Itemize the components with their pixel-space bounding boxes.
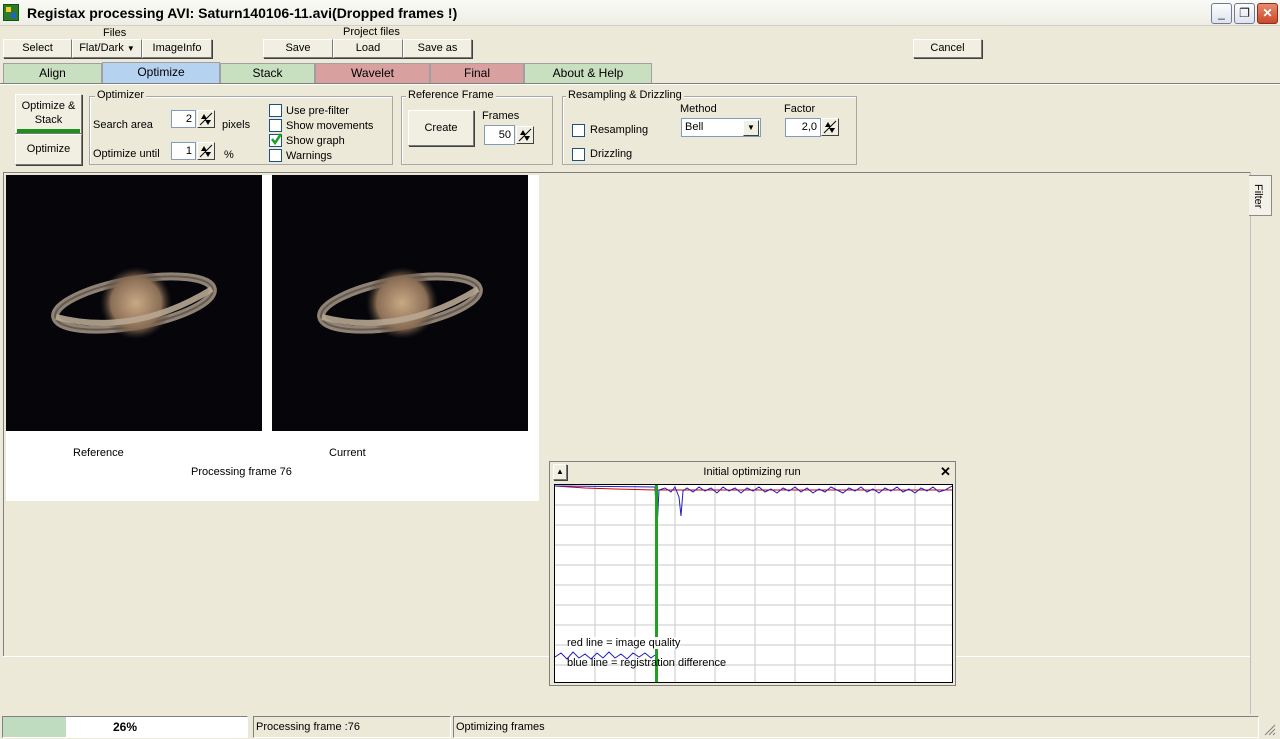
project-files-label: Project files bbox=[343, 26, 400, 38]
warnings-label: Warnings bbox=[286, 150, 333, 162]
spin-arrows-icon bbox=[518, 128, 532, 142]
progress-bar: 26% bbox=[2, 716, 248, 738]
save-button[interactable]: Save bbox=[263, 39, 333, 58]
graph-legend-blue: blue line = registration difference bbox=[567, 657, 727, 669]
tab-about-help[interactable]: About & Help bbox=[524, 63, 652, 83]
graph-plot-area: red line = image quality blue line = reg… bbox=[554, 484, 953, 683]
warnings-checkbox[interactable] bbox=[269, 149, 282, 162]
cancel-button[interactable]: Cancel bbox=[913, 39, 982, 58]
tab-divider bbox=[0, 83, 1280, 85]
reference-frame-title: Reference Frame bbox=[406, 89, 496, 101]
search-area-unit: pixels bbox=[222, 119, 251, 131]
image-info-button[interactable]: ImageInfo bbox=[142, 39, 212, 58]
drizzling-label: Drizzling bbox=[590, 148, 633, 160]
close-button[interactable]: ✕ bbox=[1257, 3, 1278, 24]
tab-wavelet[interactable]: Wavelet bbox=[315, 63, 430, 83]
factor-label: Factor bbox=[784, 103, 816, 115]
optimize-until-unit: % bbox=[224, 149, 234, 161]
files-label: Files bbox=[103, 27, 127, 39]
tab-stack[interactable]: Stack bbox=[220, 63, 315, 83]
resize-grip-icon[interactable] bbox=[1262, 722, 1276, 736]
load-button[interactable]: Load bbox=[333, 39, 403, 58]
show-movements-checkbox[interactable] bbox=[269, 119, 282, 132]
select-button[interactable]: Select bbox=[3, 39, 72, 58]
processing-frame-label: Processing frame 76 bbox=[191, 466, 292, 478]
tab-optimize[interactable]: Optimize bbox=[102, 62, 220, 84]
show-graph-checkbox[interactable] bbox=[269, 133, 283, 147]
minimize-button[interactable]: _ bbox=[1211, 3, 1232, 24]
create-reference-button[interactable]: Create bbox=[408, 110, 474, 146]
show-movements-label: Show movements bbox=[286, 120, 374, 132]
registax-app-icon[interactable] bbox=[3, 4, 19, 21]
use-prefilter-label: Use pre-filter bbox=[286, 105, 349, 117]
spin-arrows-icon bbox=[199, 144, 213, 158]
saturn-current-image bbox=[317, 267, 483, 339]
saturn-reference-image bbox=[51, 267, 217, 339]
flat-dark-button[interactable]: Flat/Dark ▼ bbox=[72, 39, 142, 58]
frames-input[interactable]: 50 bbox=[484, 125, 515, 145]
optimizer-group-title: Optimizer bbox=[95, 89, 147, 101]
checkmark-icon bbox=[271, 133, 283, 146]
save-as-button[interactable]: Save as bbox=[403, 39, 472, 58]
quality-graph bbox=[554, 485, 953, 682]
resampling-group-title: Resampling & Drizzling bbox=[566, 89, 684, 101]
method-label: Method bbox=[680, 103, 717, 115]
factor-input[interactable]: 2,0 bbox=[785, 118, 821, 137]
drizzling-checkbox[interactable] bbox=[572, 148, 585, 161]
show-graph-label: Show graph bbox=[286, 135, 345, 147]
reference-label: Reference bbox=[73, 447, 124, 459]
caret-down-icon: ▼ bbox=[126, 44, 135, 53]
graph-title: Initial optimizing run bbox=[703, 466, 801, 478]
frames-spinner[interactable] bbox=[516, 126, 534, 144]
factor-spinner[interactable] bbox=[821, 118, 839, 136]
graph-legend-red: red line = image quality bbox=[567, 637, 681, 649]
flat-dark-label: Flat/Dark bbox=[79, 42, 124, 54]
optimize-until-spinner[interactable] bbox=[197, 142, 215, 160]
search-area-label: Search area bbox=[93, 119, 153, 131]
optimize-until-input[interactable]: 1 bbox=[171, 142, 196, 160]
status-message: Optimizing frames bbox=[453, 716, 1259, 738]
image-preview-panel: Reference Current Processing frame 76 bbox=[6, 175, 539, 501]
optimize-stack-button[interactable]: Optimize & Stack bbox=[15, 94, 82, 134]
resampling-checkbox[interactable] bbox=[572, 124, 585, 137]
spin-arrows-icon bbox=[823, 120, 837, 134]
optimize-stack-progress bbox=[17, 129, 80, 133]
use-prefilter-checkbox[interactable] bbox=[269, 104, 282, 117]
search-area-spinner[interactable] bbox=[197, 110, 215, 128]
current-frame-marker bbox=[655, 485, 658, 682]
window-title: Registax processing AVI: Saturn140106-11… bbox=[27, 5, 458, 21]
progress-text: 26% bbox=[112, 720, 138, 734]
current-image bbox=[272, 175, 528, 431]
registration-difference-line bbox=[554, 485, 953, 530]
reference-image bbox=[6, 175, 262, 431]
optimizing-graph-window: ▲ Initial optimizing run ✕ red line = im… bbox=[549, 461, 956, 686]
current-label: Current bbox=[329, 447, 366, 459]
close-graph-icon[interactable]: ✕ bbox=[938, 464, 953, 480]
tab-final[interactable]: Final bbox=[430, 63, 524, 83]
workspace-right-edge bbox=[1250, 172, 1251, 714]
grip-lines bbox=[1264, 724, 1276, 736]
search-area-input[interactable]: 2 bbox=[171, 110, 196, 128]
frames-label: Frames bbox=[482, 110, 520, 122]
optimize-until-label: Optimize until bbox=[93, 148, 160, 160]
method-value: Bell bbox=[685, 121, 704, 133]
filter-tab-label: Filter bbox=[1252, 184, 1264, 209]
resampling-label: Resampling bbox=[590, 124, 649, 136]
spin-arrows-icon bbox=[199, 112, 213, 126]
status-processing-frame: Processing frame :76 bbox=[253, 716, 451, 738]
restore-button[interactable]: ❐ bbox=[1234, 3, 1255, 24]
filter-side-tab[interactable]: Filter bbox=[1249, 175, 1272, 216]
tab-align[interactable]: Align bbox=[3, 63, 102, 83]
collapse-arrow-icon[interactable]: ▲ bbox=[553, 464, 567, 480]
dropdown-arrow-icon[interactable]: ▼ bbox=[743, 120, 759, 136]
optimize-button[interactable]: Optimize bbox=[15, 134, 82, 165]
